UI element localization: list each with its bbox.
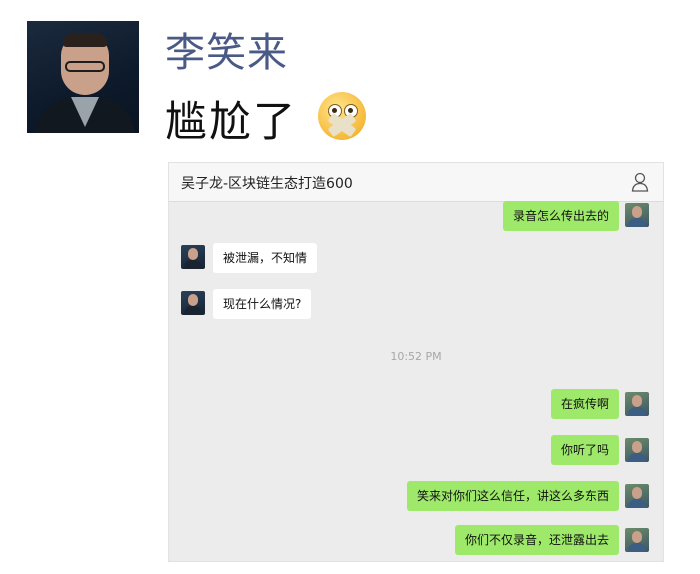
- my-avatar[interactable]: [625, 438, 649, 462]
- chat-header: 吴子龙-区块链生态打造600: [169, 163, 663, 202]
- avatar-hair: [63, 33, 107, 47]
- avatar-glasses: [65, 61, 105, 72]
- author-name[interactable]: 李笑来: [165, 20, 288, 78]
- contact-avatar[interactable]: [181, 245, 205, 269]
- post-text: 尴尬了: [165, 97, 298, 146]
- my-avatar[interactable]: [625, 528, 649, 552]
- chat-title: 吴子龙-区块链生态打造600: [181, 176, 353, 192]
- chat-message-right: 笑来对你们这么信任，讲这么多东西: [406, 481, 619, 511]
- author-avatar[interactable]: [27, 21, 139, 133]
- my-avatar[interactable]: [625, 484, 649, 508]
- chat-message-left: 现在什么情况?: [213, 289, 312, 319]
- chat-screenshot: 吴子龙-区块链生态打造600 录音怎么传出去的 被泄漏，不知情 现在什么情况? …: [168, 162, 664, 562]
- my-avatar[interactable]: [625, 203, 649, 227]
- chat-message-right: 你听了吗: [550, 435, 619, 465]
- contact-avatar[interactable]: [181, 291, 205, 315]
- my-avatar[interactable]: [625, 392, 649, 416]
- chat-message-right: 在疯传啊: [550, 389, 619, 419]
- chat-message-left: 被泄漏，不知情: [213, 243, 318, 273]
- chat-message-right: 录音怎么传出去的: [502, 201, 619, 231]
- chat-message-right: 你们不仅录音，还泄露出去: [454, 525, 619, 555]
- chat-timestamp: 10:52 PM: [390, 350, 442, 363]
- shushing-face-emoji-icon: [318, 92, 366, 140]
- person-icon[interactable]: [631, 172, 649, 192]
